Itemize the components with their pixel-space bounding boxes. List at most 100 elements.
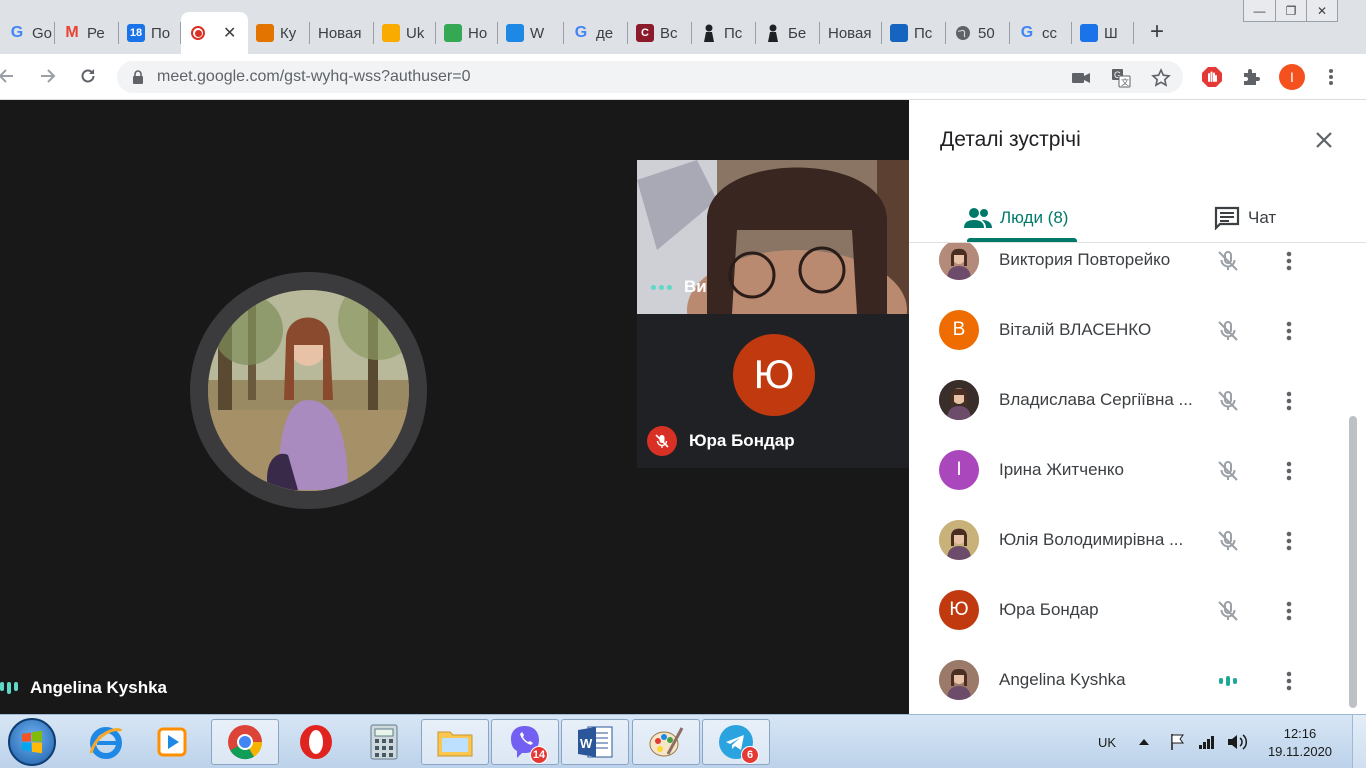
tab-separator [1133, 22, 1134, 44]
self-tile-name-tag: Ви [651, 277, 707, 297]
tab-people[interactable]: Люди (8) [964, 194, 1068, 242]
taskbar-ie[interactable] [72, 719, 140, 765]
browser-tab[interactable]: Пс [882, 12, 946, 54]
participant-row[interactable]: Виктория Повторейко [909, 243, 1349, 295]
reload-button[interactable] [76, 64, 100, 88]
translate-icon[interactable]: G文 [1111, 68, 1131, 88]
svg-text:W: W [580, 736, 593, 751]
close-panel-button[interactable] [1312, 128, 1336, 152]
browser-tab[interactable]: M Ре [55, 12, 119, 54]
network-signal-icon[interactable] [1198, 715, 1216, 768]
tray-expand-icon[interactable] [1139, 715, 1149, 768]
more-options-icon[interactable] [1279, 458, 1299, 484]
browser-tab[interactable]: Ку [248, 12, 310, 54]
bookmark-star-icon[interactable] [1151, 68, 1171, 88]
mic-off-icon[interactable] [1215, 458, 1241, 484]
close-window-button[interactable]: ✕ [1306, 0, 1337, 21]
new-tab-button[interactable]: + [1150, 20, 1164, 44]
browser-tab[interactable]: C Вс [628, 12, 692, 54]
taskbar-media-player[interactable] [138, 719, 206, 765]
address-bar[interactable]: meet.google.com/gst-wyhq-wss?authuser=0 [117, 61, 1183, 93]
mic-off-icon[interactable] [1215, 528, 1241, 554]
action-center-flag-icon[interactable] [1169, 715, 1187, 768]
browser-tab[interactable]: Бе [756, 12, 820, 54]
extensions-puzzle-icon[interactable] [1238, 64, 1264, 90]
mic-off-icon[interactable] [1215, 248, 1241, 274]
clock-date: 19.11.2020 [1267, 744, 1333, 759]
taskbar-word[interactable]: W [561, 719, 629, 765]
mic-off-icon[interactable] [1215, 318, 1241, 344]
participant-row[interactable]: Юлія Володимирівна ... [909, 505, 1349, 575]
mic-off-icon[interactable] [1215, 598, 1241, 624]
system-clock[interactable]: 12:16 19.11.2020 [1264, 725, 1336, 761]
speaking-indicator-icon[interactable] [1215, 668, 1241, 694]
browser-tab[interactable]: Новая [310, 12, 374, 54]
more-options-icon[interactable] [1279, 528, 1299, 554]
forward-button[interactable] [36, 64, 60, 88]
show-desktop-button[interactable] [1352, 715, 1366, 768]
more-options-icon[interactable] [1279, 598, 1299, 624]
globe-icon [954, 24, 972, 42]
tab-title: Вс [660, 24, 678, 42]
browser-tab[interactable]: G Go [0, 12, 55, 54]
participant-row[interactable]: Владислава Сергіївна ... [909, 365, 1349, 435]
participant-row[interactable]: Ю Юра Бондар [909, 575, 1349, 645]
tab-people-label: Люди (8) [1000, 208, 1069, 227]
language-indicator[interactable]: UK [1098, 715, 1116, 768]
browser-tab[interactable]: ✕ [181, 12, 248, 54]
google-icon: G [574, 24, 588, 41]
move-icon [1080, 24, 1098, 42]
adblock-extension-icon[interactable] [1199, 64, 1225, 90]
taskbar-chrome[interactable] [211, 719, 279, 765]
taskbar-opera[interactable] [282, 719, 350, 765]
taskbar-viber[interactable]: 14 [491, 719, 559, 765]
browser-tab[interactable]: Пс [692, 12, 756, 54]
calendar-icon: 18 [127, 24, 145, 42]
browser-tab[interactable]: Но [436, 12, 498, 54]
taskbar-calculator[interactable] [350, 719, 418, 765]
minimize-button[interactable]: — [1244, 0, 1275, 21]
browser-tab[interactable]: Gсс [1010, 12, 1072, 54]
browser-tab[interactable]: Uk [374, 12, 436, 54]
opera-icon [300, 725, 332, 759]
participant-tile-self[interactable]: Ви [637, 160, 909, 314]
browser-tab[interactable]: Новая [820, 12, 882, 54]
tab-close-icon[interactable]: ✕ [223, 23, 236, 43]
tab-chat[interactable]: Чат [1214, 194, 1276, 242]
more-options-icon[interactable] [1279, 388, 1299, 414]
browser-tab[interactable]: 50 [946, 12, 1010, 54]
more-options-icon[interactable] [1279, 248, 1299, 274]
participant-row[interactable]: I Ірина Житченко [909, 435, 1349, 505]
taskbar-telegram[interactable]: 6 [702, 719, 770, 765]
tab-title: Пс [914, 24, 933, 42]
browser-tab[interactable]: 18 По [119, 12, 181, 54]
browser-tab[interactable]: Gде [564, 12, 628, 54]
tab-title: По [151, 24, 171, 42]
panel-scrollbar[interactable] [1349, 416, 1357, 708]
browser-tab[interactable]: W [498, 12, 564, 54]
taskbar-explorer[interactable] [421, 719, 489, 765]
camera-indicator-icon[interactable] [1071, 68, 1091, 88]
start-button[interactable] [8, 718, 56, 766]
browser-menu-icon[interactable] [1318, 64, 1344, 90]
profile-avatar[interactable]: I [1279, 64, 1305, 90]
participant-tile-yura[interactable]: Ю Юра Бондар [637, 314, 909, 468]
calculator-icon [370, 724, 398, 760]
restore-button[interactable]: ❐ [1275, 0, 1306, 21]
more-options-icon[interactable] [1279, 668, 1299, 694]
yura-avatar: Ю [733, 334, 815, 416]
participant-row[interactable]: Angelina Kyshka [909, 645, 1349, 714]
language-label: UK [1098, 734, 1117, 750]
back-arrow-icon [0, 69, 13, 83]
participant-row[interactable]: В Віталій ВЛАСЕНКО [909, 295, 1349, 365]
back-button[interactable] [0, 64, 18, 88]
participant-avatar [939, 520, 979, 560]
browser-tab[interactable]: Ш [1072, 12, 1134, 54]
browser-toolbar: meet.google.com/gst-wyhq-wss?authuser=0 … [0, 54, 1366, 100]
taskbar-paint[interactable] [632, 719, 700, 765]
participant-name: Юра Бондар [999, 600, 1099, 619]
mic-off-icon[interactable] [1215, 388, 1241, 414]
volume-icon[interactable] [1227, 715, 1249, 768]
more-options-icon[interactable] [1279, 318, 1299, 344]
silhouette-icon [700, 24, 718, 42]
